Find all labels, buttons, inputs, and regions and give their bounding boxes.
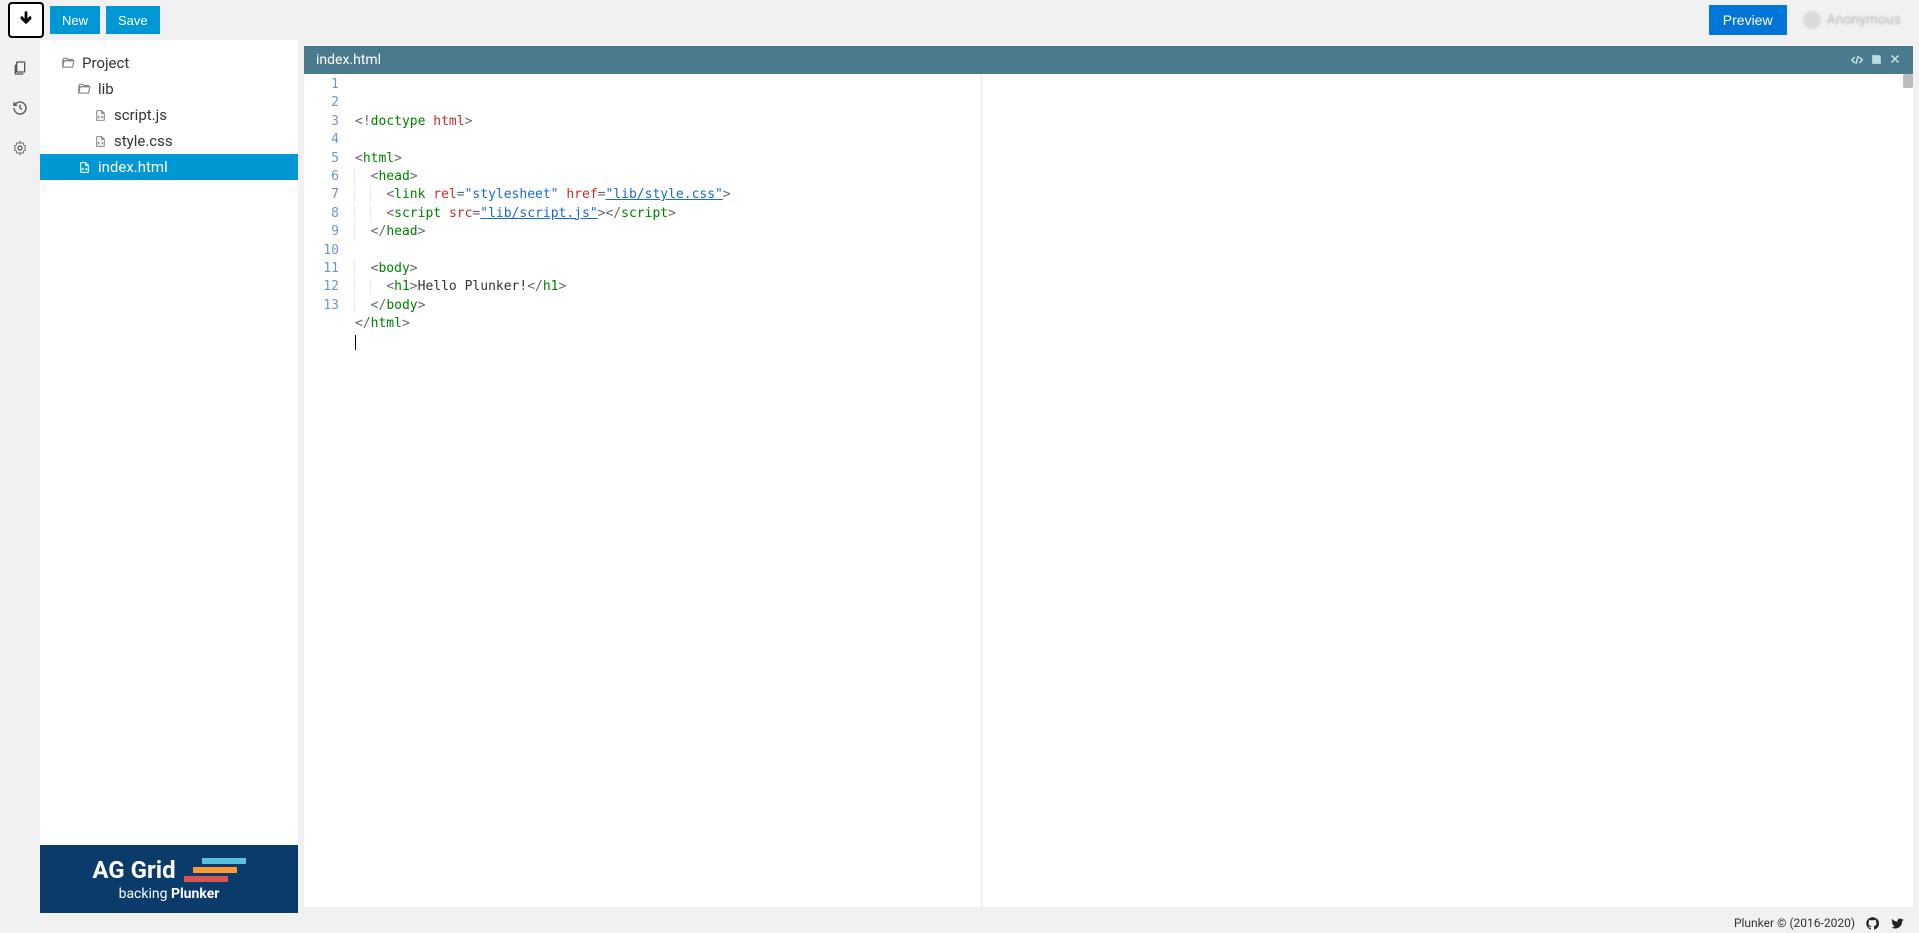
- code-icon[interactable]: [1850, 53, 1864, 67]
- download-arrow-icon: [16, 10, 36, 30]
- project-label: Project: [82, 54, 129, 72]
- open-file-tab[interactable]: index.html: [316, 52, 381, 68]
- sponsor-title: AG Grid: [92, 856, 175, 884]
- file-code-icon: [76, 161, 92, 174]
- sponsor-logo-icon: [184, 858, 246, 882]
- file-tree: Project lib script.js style.css: [40, 50, 298, 180]
- code-content[interactable]: <!doctype html> <html> <head> <link rel=…: [349, 74, 1913, 907]
- file-label: script.js: [114, 106, 167, 124]
- main-area: Project lib script.js style.css: [0, 40, 1919, 913]
- editor-pane: index.html 12345678910111213 <!doctype h…: [298, 40, 1919, 913]
- line-gutter: 12345678910111213: [304, 74, 349, 907]
- sponsor-banner[interactable]: AG Grid backing Plunker: [40, 845, 298, 913]
- file-script-js[interactable]: script.js: [40, 102, 298, 128]
- file-label: index.html: [98, 158, 168, 176]
- code-editor[interactable]: 12345678910111213 <!doctype html> <html>…: [304, 74, 1913, 907]
- file-code-icon: [92, 109, 108, 122]
- folder-open-icon: [60, 56, 76, 70]
- history-icon[interactable]: [12, 100, 28, 116]
- file-code-icon: [92, 135, 108, 148]
- scrollbar-thumb[interactable]: [1903, 74, 1913, 88]
- avatar-icon: [1803, 11, 1821, 29]
- footer-bar: Plunker © (2016-2020): [0, 913, 1919, 933]
- close-icon[interactable]: [1889, 53, 1901, 67]
- save-file-icon[interactable]: [1870, 53, 1883, 67]
- editor-tabbar: index.html: [304, 46, 1913, 74]
- print-margin-ruler: [981, 74, 982, 907]
- copyright-label: Plunker © (2016-2020): [1734, 916, 1855, 930]
- lib-folder[interactable]: lib: [40, 76, 298, 102]
- top-toolbar: New Save Preview Anonymous: [0, 0, 1919, 40]
- file-sidebar: Project lib script.js style.css: [40, 40, 298, 913]
- file-label: style.css: [114, 132, 173, 150]
- save-button[interactable]: Save: [106, 6, 160, 34]
- username-label: Anonymous: [1827, 12, 1901, 28]
- file-index-html[interactable]: index.html: [40, 154, 298, 180]
- lib-label: lib: [98, 80, 114, 98]
- folder-open-icon: [76, 82, 92, 96]
- files-icon[interactable]: [12, 60, 28, 76]
- activity-bar: [0, 40, 40, 913]
- plunker-logo[interactable]: [8, 2, 44, 38]
- preview-button[interactable]: Preview: [1709, 5, 1787, 35]
- sponsor-subtitle: backing Plunker: [119, 886, 220, 902]
- file-style-css[interactable]: style.css: [40, 128, 298, 154]
- settings-icon[interactable]: [12, 140, 28, 156]
- user-menu[interactable]: Anonymous: [1793, 7, 1911, 33]
- project-root[interactable]: Project: [40, 50, 298, 76]
- github-icon[interactable]: [1865, 916, 1880, 931]
- twitter-icon[interactable]: [1890, 916, 1905, 931]
- new-button[interactable]: New: [50, 6, 100, 34]
